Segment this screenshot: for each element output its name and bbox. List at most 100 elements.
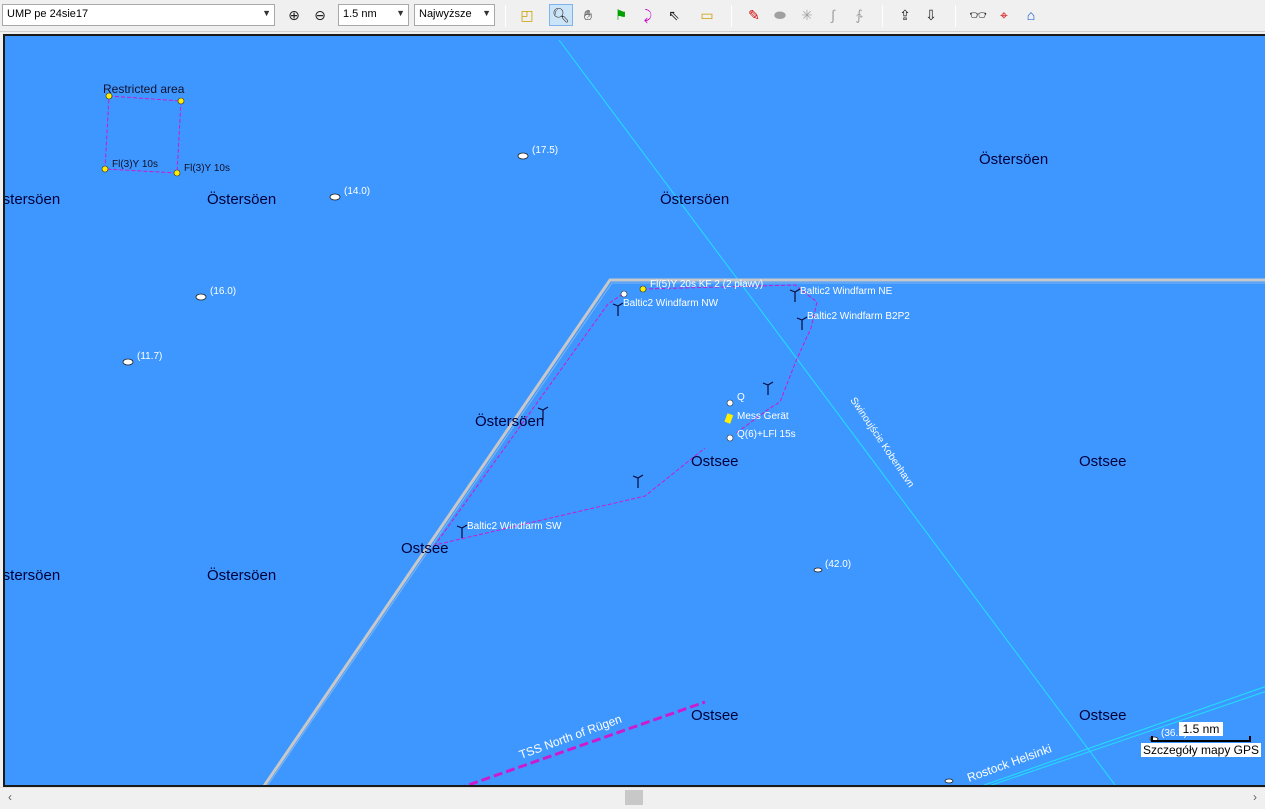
scale-caption: Szczegóły mapy GPS (1140, 743, 1261, 757)
light-buoy-icon[interactable] (173, 169, 181, 177)
sea-label: Ostsee (401, 540, 449, 557)
route-gray2-icon: ∱ (855, 6, 863, 23)
find-address-icon: ⌂ (1026, 7, 1036, 23)
track-button[interactable]: ✎ (742, 4, 766, 26)
find-address-button[interactable]: ⌂ (1019, 4, 1043, 26)
buoy-label: Q(6)+LFl 15s (737, 429, 796, 440)
find-button[interactable]: 👓︎ (966, 4, 990, 26)
toolbar: UMP pe 24sie17 ▼ ⊕ ⊖ 1.5 nm ▼ Najwyższe … (0, 0, 1265, 32)
route-icon: ⤸ (643, 6, 653, 23)
detail-level-value: Najwyższe (419, 8, 472, 20)
measure-ruler-icon: ▭ (700, 6, 714, 23)
scroll-right-icon[interactable]: › (1247, 790, 1263, 805)
filter-button[interactable]: ✳ (795, 4, 819, 26)
toolbar-separator (955, 5, 956, 27)
download-icon: ⇩ (925, 6, 937, 23)
waypoint-button[interactable]: ⚑ (609, 4, 633, 26)
horizontal-scrollbar[interactable]: ‹ › (0, 787, 1265, 806)
buoy-icon[interactable] (620, 290, 628, 298)
route-button[interactable]: ⤸ (636, 4, 660, 26)
zoom-level-value: 1.5 nm (343, 8, 377, 20)
sounding-icon[interactable] (122, 358, 134, 366)
depth-label: (16.0) (210, 286, 236, 297)
restricted-area-label: Restricted area (103, 82, 185, 96)
select-button[interactable]: ⇖ (662, 4, 686, 26)
zoom-out-icon: ⊖ (314, 6, 326, 23)
send-to-device-button[interactable]: ⇪ (893, 4, 917, 26)
sounding-icon[interactable] (944, 778, 954, 784)
zoom-in-icon: ⊕ (288, 6, 300, 23)
sea-label: Ostsee (691, 707, 739, 724)
light-buoy-icon[interactable] (639, 285, 647, 293)
toolbar-separator (505, 5, 506, 27)
pan-hand-icon: ✋︎ (584, 6, 592, 23)
map-select-value: UMP pe 24sie17 (7, 8, 89, 20)
sea-label: Östersöen (475, 412, 544, 430)
find-near-button[interactable]: ⌖ (992, 4, 1016, 26)
measure-button[interactable]: ▭ (695, 4, 719, 26)
light-label: Fl(3)Y 10s (184, 163, 230, 174)
chevron-down-icon: ▼ (262, 8, 271, 18)
buoy-icon[interactable] (726, 399, 734, 407)
detail-level-select[interactable]: Najwyższe ▼ (414, 4, 495, 26)
sounding-icon[interactable] (329, 193, 341, 201)
sea-label: Ostsee (1079, 453, 1127, 470)
zoom-tool-button[interactable]: 🔍︎ (549, 4, 573, 26)
route-gray-icon: ∫ (831, 7, 835, 23)
find-icon: 👓︎ (969, 6, 987, 23)
pointer-icon: ⇖ (668, 6, 680, 23)
receive-from-device-button[interactable]: ⇩ (919, 4, 943, 26)
scroll-left-icon[interactable]: ‹ (2, 790, 18, 805)
filter-gray-icon: ✳ (801, 6, 813, 23)
map-select[interactable]: UMP pe 24sie17 ▼ (2, 4, 275, 26)
chevron-down-icon: ▼ (482, 8, 491, 18)
sea-label: Östersöen (207, 190, 276, 208)
find-near-icon: ⌖ (1000, 6, 1008, 23)
depth-label: (14.0) (344, 186, 370, 197)
zoom-out-button[interactable]: ⊖ (308, 4, 332, 26)
sounding-icon[interactable] (813, 567, 823, 573)
zoom-in-button[interactable]: ⊕ (282, 4, 306, 26)
light-buoy-icon[interactable] (177, 97, 185, 105)
map-scale: 1.5 nm Szczegóły mapy GPS (1140, 722, 1261, 757)
chevron-down-icon: ▼ (396, 8, 405, 18)
windfarm-label: Baltic2 Windfarm NE (800, 286, 893, 297)
windfarm-label: Baltic2 Windfarm NW (623, 298, 719, 309)
route-tool2-button[interactable]: ∱ (847, 4, 871, 26)
light-label: Fl(5)Y 20s KF 2 (2 pławy) (650, 279, 763, 290)
waypoint-flag-icon: ⚑ (614, 6, 628, 23)
track-icon: ✎ (748, 6, 760, 23)
device-label: Mess Gerät (737, 411, 789, 422)
sea-label: Östersöen (5, 566, 60, 584)
map-view[interactable]: Restricted area Fl(3)Y 10s Fl(3)Y 10s (1… (3, 34, 1265, 787)
toolbar-separator (882, 5, 883, 27)
sea-label: Östersöen (207, 566, 276, 584)
light-label: Fl(3)Y 10s (112, 159, 158, 170)
light-buoy-icon[interactable] (101, 165, 109, 173)
sea-label: Ostsee (691, 453, 739, 470)
depth-label: (42.0) (825, 559, 851, 570)
sounding-icon[interactable] (195, 293, 207, 301)
zoom-tool-icon: 🔍︎ (552, 6, 570, 23)
scroll-thumb[interactable] (625, 790, 643, 805)
sea-label: Östersöen (979, 150, 1048, 168)
route-tool-button[interactable]: ∫ (821, 4, 845, 26)
sea-label: Ostsee (1079, 707, 1127, 724)
map-canvas[interactable]: Restricted area Fl(3)Y 10s Fl(3)Y 10s (1… (5, 36, 1265, 787)
app-window: UMP pe 24sie17 ▼ ⊕ ⊖ 1.5 nm ▼ Najwyższe … (0, 0, 1265, 809)
pan-button[interactable]: ✋︎ (576, 4, 600, 26)
depth-label: (17.5) (532, 145, 558, 156)
scale-value: 1.5 nm (1178, 722, 1223, 736)
select-area-button[interactable]: ◰ (515, 4, 539, 26)
sea-area (5, 36, 1265, 785)
sounding-icon[interactable] (517, 152, 529, 160)
depth-label: (11.7) (137, 351, 162, 362)
track-tool-button[interactable]: ⬬ (768, 4, 792, 26)
buoy-label: Q (737, 392, 745, 403)
upload-icon: ⇪ (899, 6, 911, 23)
scale-bar (1150, 736, 1251, 742)
tracks-gray-icon: ⬬ (774, 6, 786, 23)
buoy-icon[interactable] (726, 434, 734, 442)
windfarm-label: Baltic2 Windfarm B2P2 (807, 311, 910, 322)
zoom-level-select[interactable]: 1.5 nm ▼ (338, 4, 409, 26)
